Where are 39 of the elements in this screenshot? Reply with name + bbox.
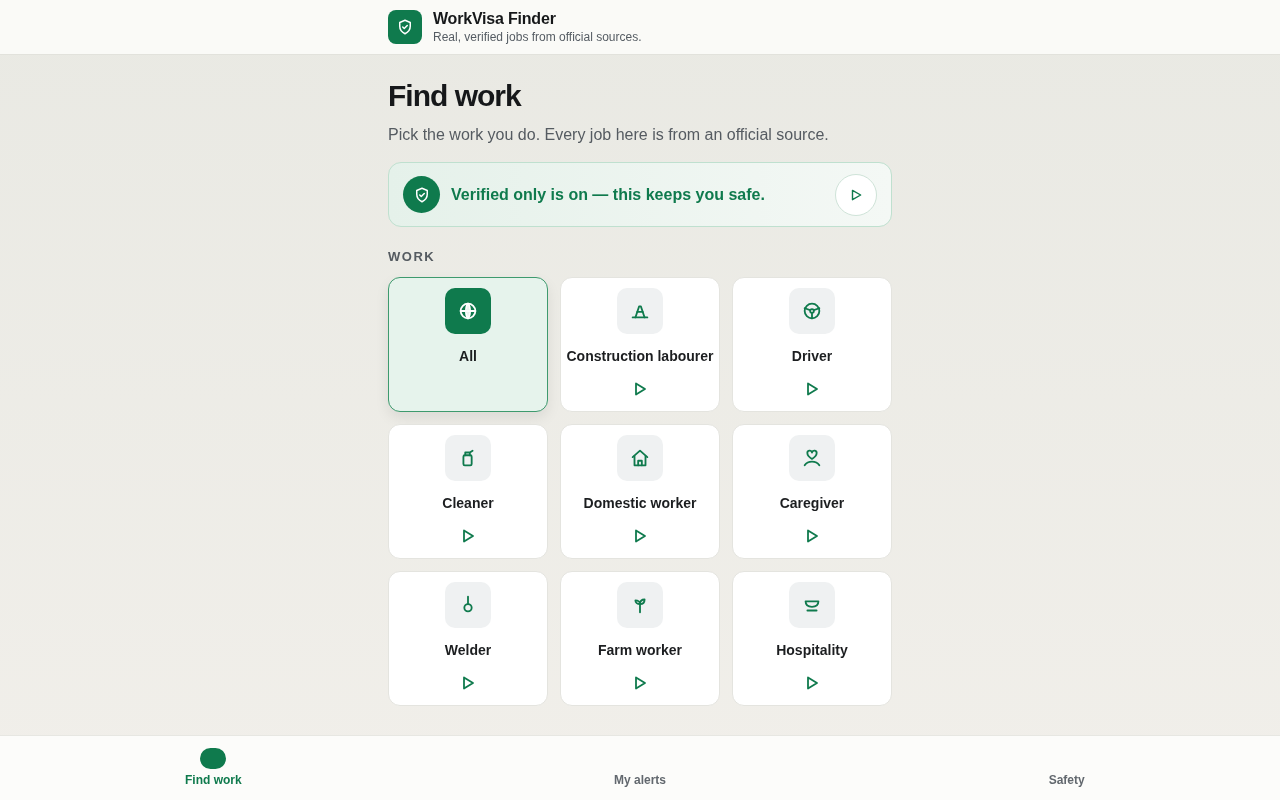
- shield-icon: [403, 176, 440, 213]
- play-icon: [461, 676, 475, 690]
- nav-tab[interactable]: Find work: [0, 736, 427, 800]
- torch-icon: [445, 582, 491, 628]
- play-icon: [633, 676, 647, 690]
- cone-icon: [617, 288, 663, 334]
- active-indicator-icon: [200, 748, 227, 769]
- nav-tab[interactable]: Safety: [853, 736, 1280, 800]
- play-icon: [633, 529, 647, 543]
- category-card[interactable]: Hospitality: [732, 571, 892, 706]
- verified-message: Verified only is on — this keeps you safe.: [451, 185, 766, 204]
- play-icon: [461, 529, 475, 543]
- bowl-icon: [789, 582, 835, 628]
- section-label: WORK: [388, 249, 437, 264]
- category-card[interactable]: Construction labourer: [560, 277, 720, 412]
- page-subtitle: Pick the work you do. Every job here is from an official source.: [388, 126, 830, 144]
- play-icon: [805, 382, 819, 396]
- steering-wheel-icon: [789, 288, 835, 334]
- category-card[interactable]: Driver: [732, 277, 892, 412]
- house-icon: [617, 435, 663, 481]
- play-icon: [849, 187, 863, 202]
- category-card[interactable]: Caregiver: [732, 424, 892, 559]
- category-card[interactable]: All: [388, 277, 548, 412]
- category-card[interactable]: Welder: [388, 571, 548, 706]
- category-card[interactable]: Farm worker: [560, 571, 720, 706]
- globe-icon: [445, 288, 491, 334]
- sprout-icon: [617, 582, 663, 628]
- spray-bottle-icon: [445, 435, 491, 481]
- play-icon: [633, 382, 647, 396]
- page-title: Find work: [388, 79, 523, 113]
- category-card[interactable]: Domestic worker: [560, 424, 720, 559]
- play-icon: [805, 529, 819, 543]
- nav-tab[interactable]: My alerts: [426, 736, 854, 800]
- app-title: WorkVisa Finder: [433, 10, 557, 28]
- shield-logo-icon: [388, 10, 422, 44]
- play-icon: [805, 676, 819, 690]
- app-subtitle: Real, verified jobs from official sources.: [433, 30, 642, 44]
- category-card[interactable]: Cleaner: [388, 424, 548, 559]
- play-button[interactable]: [835, 173, 877, 216]
